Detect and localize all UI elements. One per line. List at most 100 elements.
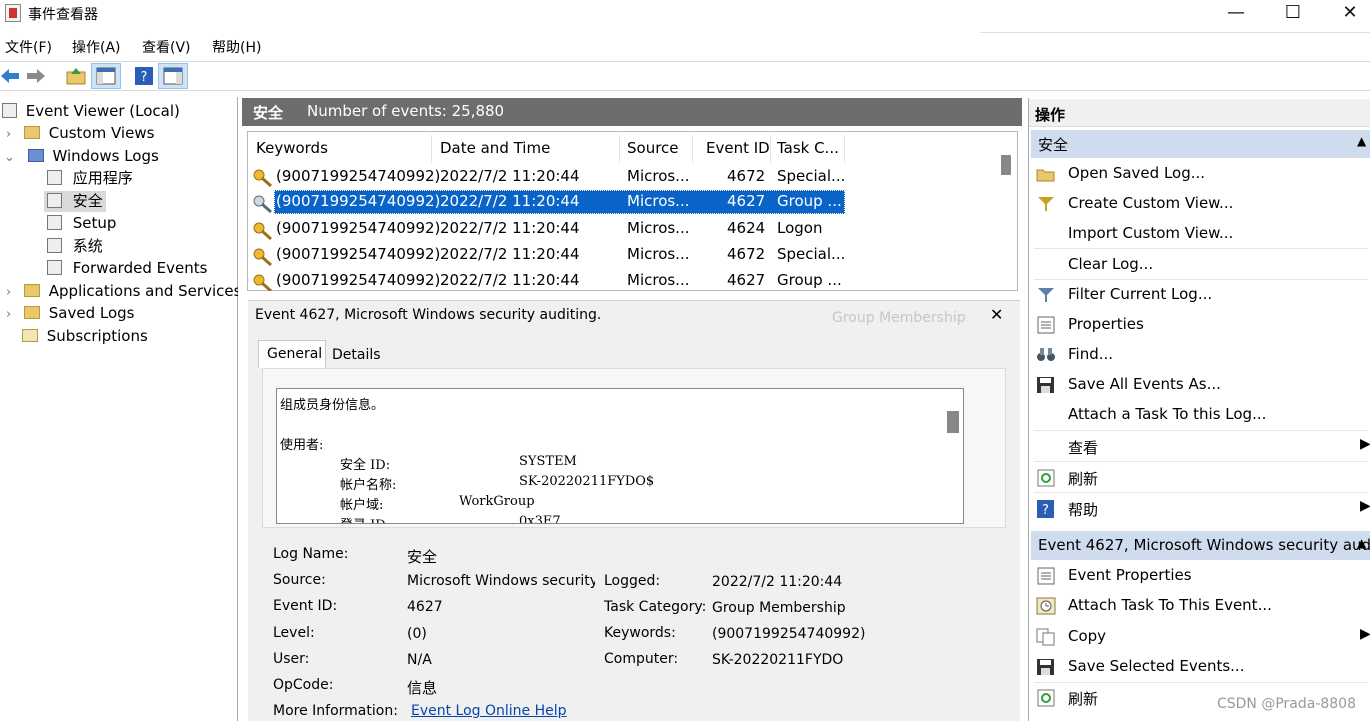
key-icon (253, 222, 272, 241)
collapse-icon[interactable]: ▲ (1357, 134, 1366, 148)
actions-section-security[interactable]: 安全 ▲ (1031, 130, 1370, 158)
menu-file[interactable]: 文件(F) (5, 37, 52, 57)
svg-text:?: ? (1042, 503, 1049, 518)
column-header-event-id[interactable]: Event ID (706, 139, 770, 157)
action-label: Properties (1068, 315, 1144, 333)
tree-item-forwarded-events[interactable]: Forwarded Events (47, 258, 207, 278)
cell-event-id: 4624 (727, 219, 766, 237)
value-source: Microsoft Windows security a (407, 573, 595, 589)
cell-keywords: (9007199254740992) (276, 192, 441, 210)
chevron-right-icon[interactable]: › (6, 127, 11, 142)
tree-item-custom-views[interactable]: › Custom Views (6, 123, 154, 145)
cell-event-id: 4627 (727, 192, 766, 210)
tree-item-root[interactable]: Event Viewer (Local) (2, 101, 180, 121)
column-divider[interactable] (431, 135, 432, 163)
value-log-name: 安全 (407, 548, 438, 566)
folder-icon (23, 126, 40, 139)
tab-label: General (267, 346, 323, 362)
tree-item-windows-logs[interactable]: ⌄ Windows Logs (4, 146, 159, 168)
menu-action[interactable]: 操作(A) (72, 37, 121, 57)
cell-date: 2022/7/2 11:20:44 (440, 219, 580, 237)
action-label: Copy (1068, 627, 1107, 645)
actions-section-event[interactable]: Event 4627, Microsoft Windows security a… (1031, 531, 1370, 560)
value-keywords: (9007199254740992) (712, 626, 866, 642)
svg-text:?: ? (141, 70, 148, 85)
show-hide-tree-icon[interactable] (96, 66, 116, 86)
tree-item-subscriptions[interactable]: Subscriptions (22, 326, 148, 346)
close-detail-button[interactable]: ✕ (990, 305, 1003, 324)
collapse-icon[interactable]: ▲ (1357, 536, 1366, 550)
copy-icon (1036, 628, 1055, 646)
event-properties-icon (1037, 567, 1055, 585)
cell-task: Special... (777, 245, 846, 263)
label-opcode: OpCode: (273, 677, 334, 693)
column-divider[interactable] (770, 135, 771, 163)
cell-source: Micros... (627, 271, 690, 289)
value-event-id: 4627 (407, 599, 443, 615)
chevron-down-icon[interactable]: ⌄ (4, 150, 15, 165)
back-arrow-icon[interactable] (0, 66, 20, 86)
column-header-date-time[interactable]: Date and Time (440, 139, 550, 157)
column-divider[interactable] (844, 135, 845, 163)
desc-value: 0x3E7 (519, 514, 561, 524)
title-bar (0, 0, 1370, 32)
table-row-selected[interactable]: (9007199254740992) 2022/7/2 11:20:44 Mic… (252, 192, 846, 216)
label-level: Level: (273, 625, 315, 641)
menu-help[interactable]: 帮助(H) (212, 37, 261, 57)
table-row[interactable]: (9007199254740992) 2022/7/2 11:20:44 Mic… (252, 245, 846, 269)
cell-date: 2022/7/2 11:20:44 (440, 192, 580, 210)
help-icon[interactable]: ? (134, 66, 154, 86)
chevron-right-icon[interactable]: › (6, 307, 11, 322)
minimize-button[interactable]: — (1208, 0, 1264, 28)
label-source: Source: (273, 572, 326, 588)
tree-label: Saved Logs (48, 304, 135, 322)
label-keywords: Keywords: (604, 625, 676, 641)
folder-up-icon[interactable] (66, 66, 86, 86)
open-folder-icon (1036, 169, 1055, 182)
folder-icon (23, 284, 40, 297)
tab-general[interactable]: General (258, 340, 326, 368)
table-row[interactable]: (9007199254740992) 2022/7/2 11:20:44 Mic… (252, 219, 846, 243)
cell-task: Group ... (777, 192, 842, 210)
event-description-box[interactable]: 组成员身份信息。 使用者: 安全 ID: SYSTEM 帐户名称: SK-202… (276, 388, 964, 524)
action-label: Clear Log... (1068, 255, 1154, 273)
separator (1034, 682, 1368, 683)
action-label: Import Custom View... (1068, 224, 1234, 242)
value-logged: 2022/7/2 11:20:44 (712, 574, 843, 590)
event-log-help-link[interactable]: Event Log Online Help (411, 703, 567, 719)
column-header-task-category[interactable]: Task C... (777, 139, 839, 157)
tree-item-setup[interactable]: Setup (47, 213, 116, 233)
tree-label: Windows Logs (52, 147, 159, 165)
tree-item-system[interactable]: 系统 (47, 236, 103, 256)
toolbar (0, 61, 1370, 91)
chevron-right-icon[interactable]: › (6, 285, 11, 300)
tree-item-security[interactable]: 安全 (47, 191, 103, 211)
submenu-arrow-icon: ▶ (1360, 436, 1370, 452)
tree-label: Setup (72, 214, 117, 232)
maximize-button[interactable]: ☐ (1265, 0, 1321, 28)
desc-scrollbar-thumb[interactable] (947, 411, 959, 433)
tree-item-application[interactable]: 应用程序 (47, 168, 133, 188)
close-button[interactable]: ✕ (1322, 0, 1370, 28)
section-title: 安全 (1038, 136, 1069, 154)
forward-arrow-icon[interactable] (26, 66, 46, 86)
log-icon (47, 260, 62, 275)
table-row[interactable]: (9007199254740992) 2022/7/2 11:20:44 Mic… (252, 166, 846, 190)
menu-view[interactable]: 查看(V) (142, 37, 191, 57)
column-header-source[interactable]: Source (627, 139, 679, 157)
tab-details[interactable]: Details (332, 347, 381, 363)
tree-item-saved-logs[interactable]: › Saved Logs (6, 303, 134, 325)
label-task-category: Task Category: (604, 599, 707, 615)
column-divider[interactable] (619, 135, 620, 163)
cell-date: 2022/7/2 11:20:44 (440, 271, 580, 289)
table-scrollbar-thumb[interactable] (1001, 155, 1011, 175)
tree-label: Subscriptions (46, 327, 148, 345)
tree-label: 安全 (72, 192, 103, 210)
column-divider[interactable] (692, 135, 693, 163)
tree-item-apps-services[interactable]: › Applications and Services Lo (6, 281, 238, 303)
show-hide-action-pane-icon[interactable] (163, 66, 183, 86)
table-row[interactable]: (9007199254740992) 2022/7/2 11:20:44 Mic… (252, 271, 846, 291)
cell-keywords: (9007199254740992) (276, 219, 441, 237)
tree-label: Event Viewer (Local) (25, 102, 180, 120)
column-header-keywords[interactable]: Keywords (256, 139, 328, 157)
